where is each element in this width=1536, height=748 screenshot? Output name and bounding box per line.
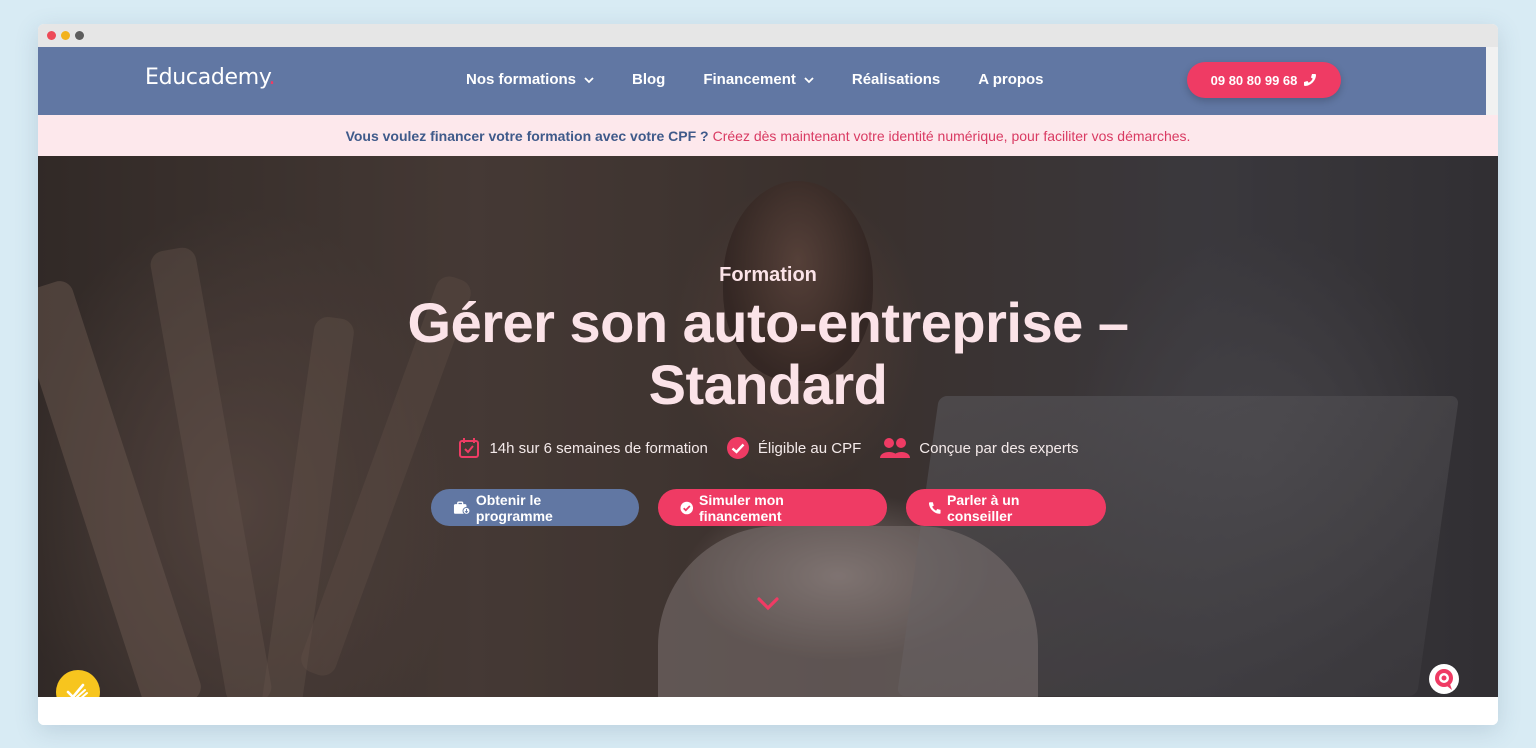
nav-item-blog[interactable]: Blog: [632, 71, 665, 88]
phone-icon: [1304, 74, 1317, 86]
nav-item-label: Nos formations: [466, 71, 577, 88]
nav-item-label: Blog: [632, 71, 666, 88]
accessibility-widget-button[interactable]: [56, 670, 100, 697]
course-features: 14h sur 6 semaines de formation Éligible…: [38, 436, 1498, 460]
nav-item-realisations[interactable]: Réalisations: [852, 71, 940, 88]
phone-number: 09 80 80 99 68: [1210, 72, 1298, 88]
talk-to-advisor-label: Parler à un conseiller: [947, 491, 1020, 524]
chevron-down-icon: [584, 76, 594, 83]
feature-experts: Conçue par des experts: [879, 436, 1079, 460]
logo-text: Educademy: [145, 65, 269, 90]
banner-question: Vous voulez financer votre formation ave…: [345, 127, 709, 144]
scroll-down-chevron-icon[interactable]: [756, 596, 780, 612]
check-circle-icon: [679, 501, 693, 514]
banner-link[interactable]: Créez dès maintenant votre identité numé…: [713, 128, 1191, 144]
phone-icon: [928, 501, 941, 514]
chevron-down-icon: [804, 76, 814, 83]
talk-to-advisor-button[interactable]: Parler à un conseiller: [905, 489, 1106, 526]
get-program-label: Obtenir le programme: [475, 491, 553, 524]
page-bottom-strip: [38, 697, 1498, 725]
nav-item-label: Financement: [703, 71, 796, 88]
maximize-window-button[interactable]: [75, 31, 84, 40]
hero-kicker: Formation: [719, 264, 817, 286]
logo-dot: .: [268, 65, 276, 90]
check-hand-icon: [66, 683, 88, 697]
cpf-banner: Vous voulez financer votre formation ave…: [38, 115, 1498, 156]
feature-label: Éligible au CPF: [757, 439, 862, 457]
simulate-financing-button[interactable]: Simuler mon financement: [657, 489, 887, 526]
feature-duration: 14h sur 6 semaines de formation: [457, 436, 708, 460]
nav-item-nos-formations[interactable]: Nos formations: [466, 71, 594, 88]
window-titlebar: [38, 24, 1498, 47]
nav-menu: Nos formations Blog Financement Réalisat…: [466, 71, 1082, 88]
cta-row: Obtenir le programme Simuler mon finance…: [38, 489, 1498, 526]
page-scrollbar[interactable]: [1486, 47, 1498, 115]
nav-item-financement[interactable]: Financement: [703, 71, 814, 88]
browser-window: Educademy. Nos formations Blog Financeme…: [38, 24, 1498, 725]
get-program-button[interactable]: Obtenir le programme: [430, 489, 639, 526]
feature-cpf: Éligible au CPF: [726, 436, 861, 460]
feature-label: 14h sur 6 semaines de formation: [489, 439, 708, 457]
calendar-check-icon: [459, 438, 480, 458]
close-window-button[interactable]: [47, 31, 56, 40]
page-title: Gérer son auto-entreprise – Standard: [38, 292, 1498, 416]
minimize-window-button[interactable]: [61, 31, 70, 40]
page-title-line: Standard: [648, 353, 888, 416]
hero-section: Formation Gérer son auto-entreprise – St…: [38, 156, 1498, 697]
phone-call-button[interactable]: 09 80 80 99 68: [1187, 62, 1341, 98]
chat-bubble-icon: [1435, 669, 1453, 690]
nav-item-label: Réalisations: [851, 71, 941, 88]
users-icon: [880, 438, 911, 458]
check-badge-icon: [726, 437, 749, 459]
page-title-line: Gérer son auto-entreprise –: [407, 291, 1129, 354]
nav-item-label: A propos: [978, 71, 1044, 88]
briefcase-download-icon: [453, 501, 470, 515]
feature-label: Conçue par des experts: [919, 439, 1079, 457]
chat-widget-button[interactable]: [1429, 664, 1459, 694]
hero-content: Formation Gérer son auto-entreprise – St…: [38, 156, 1498, 697]
site-logo[interactable]: Educademy.: [145, 65, 275, 90]
nav-item-a-propos[interactable]: A propos: [978, 71, 1043, 88]
simulate-financing-label: Simuler mon financement: [699, 491, 784, 524]
